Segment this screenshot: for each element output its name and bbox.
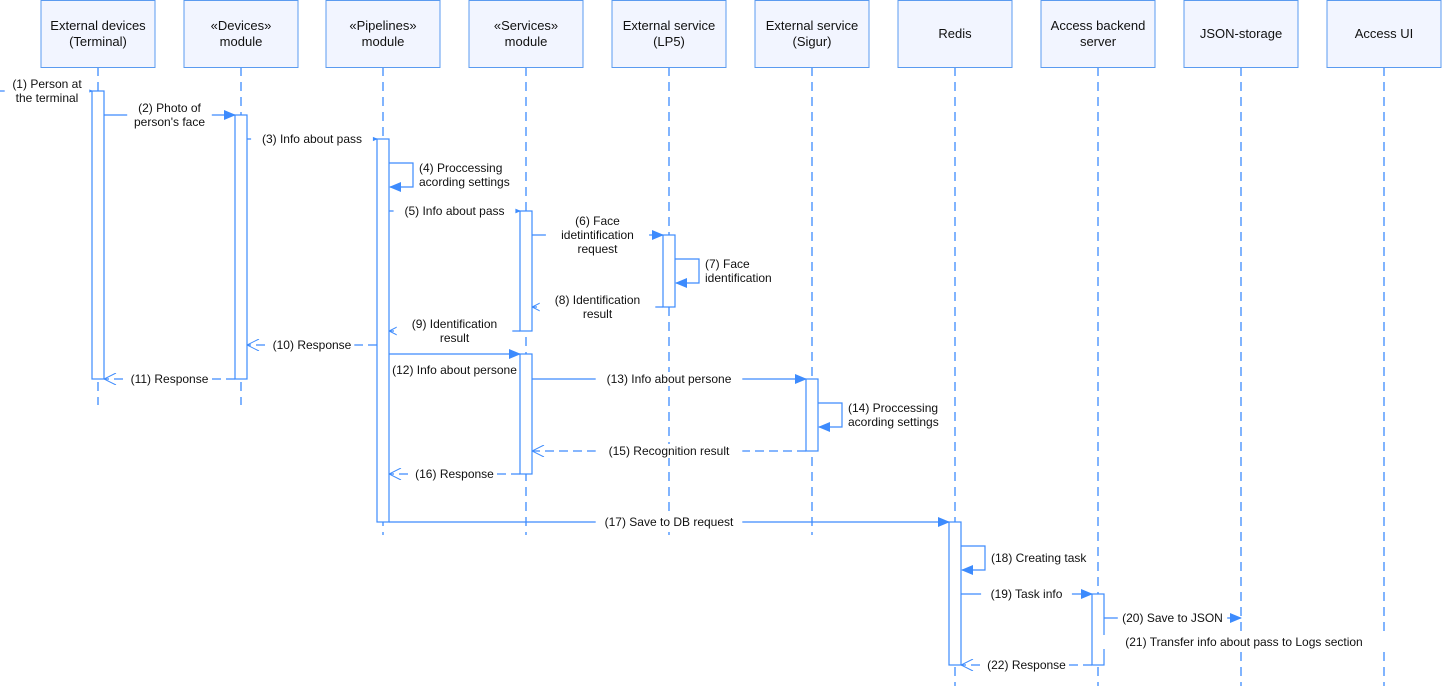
message-18: (18) Creating task — [961, 545, 1087, 575]
message-label: (4) Proccessing — [419, 161, 502, 175]
message-label: (22) Response — [987, 658, 1066, 672]
activation-bar — [91, 90, 105, 380]
activation-bar — [519, 210, 533, 332]
message-label: (21) Transfer info about pass to Logs se… — [1125, 635, 1362, 649]
activation-bar — [948, 521, 962, 666]
participant-label: (Terminal) — [69, 34, 127, 49]
self-message-arrow — [818, 402, 843, 432]
participant-label: module — [505, 34, 548, 49]
message-22: (22) Response — [961, 658, 1092, 672]
message-label: (20) Save to JSON — [1122, 611, 1223, 625]
message-label: (5) Info about pass — [404, 204, 504, 218]
message-1: (1) Person atthe terminal — [0, 77, 93, 105]
participant-7: Access backendserver — [1040, 0, 1156, 686]
message-label: (16) Response — [415, 467, 494, 481]
message-8: (8) Identificationresult — [532, 293, 663, 321]
message-label: (2) Photo of — [138, 101, 201, 115]
message-label: acording settings — [848, 415, 939, 429]
message-label: (7) Face — [705, 257, 750, 271]
message-label: (18) Creating task — [991, 551, 1087, 565]
message-15: (15) Recognition result — [532, 444, 806, 458]
participant-label: External devices — [50, 18, 146, 33]
message-7: (7) Faceidentification — [675, 257, 772, 288]
message-17: (17) Save to DB request — [389, 515, 950, 529]
participant-label: Access backend — [1051, 18, 1146, 33]
message-label: (14) Proccessing — [848, 401, 938, 415]
participant-label: «Pipelines» — [349, 18, 416, 33]
message-12: (12) Info about persone — [389, 349, 521, 377]
participant-label: module — [362, 34, 405, 49]
message-label: result — [440, 331, 470, 345]
activation-bar — [805, 378, 819, 452]
message-21: (21) Transfer info about pass to Logs se… — [1102, 635, 1386, 649]
message-label: (11) Response — [131, 372, 209, 386]
participant-label: «Services» — [494, 18, 558, 33]
message-10: (10) Response — [247, 338, 377, 352]
message-label: identification — [705, 271, 772, 285]
message-6: (6) Faceidetintificationrequest — [532, 214, 664, 256]
message-label: (3) Info about pass — [262, 132, 362, 146]
message-label: (1) Person at — [12, 77, 82, 91]
message-13: (13) Info about persone — [532, 372, 807, 386]
message-label: (19) Task info — [991, 587, 1063, 601]
participant-label: «Devices» — [211, 18, 272, 33]
message-label: (6) Face — [575, 214, 620, 228]
message-label: (8) Identification — [555, 293, 640, 307]
participant-label: External service — [623, 18, 715, 33]
message-4: (4) Proccessingacording settings — [389, 161, 510, 192]
message-label: person's face — [134, 115, 205, 129]
message-2: (2) Photo ofperson's face — [104, 101, 236, 129]
message-5: (5) Info about pass — [389, 204, 521, 218]
message-label: (17) Save to DB request — [605, 515, 734, 529]
participant-8: JSON-storage — [1183, 0, 1299, 686]
participant-9: Access UI — [1326, 0, 1442, 686]
activation-bar — [662, 234, 676, 308]
message-label: idetintification — [561, 228, 634, 242]
self-message-arrow — [961, 545, 986, 575]
participant-label: module — [220, 34, 263, 49]
message-14: (14) Proccessingacording settings — [818, 401, 939, 432]
self-message-arrow — [389, 162, 414, 192]
message-3: (3) Info about pass — [247, 132, 378, 146]
activation-bar — [1091, 593, 1105, 666]
participant-label: External service — [766, 18, 858, 33]
sequence-diagram: External devices(Terminal)«Devices»modul… — [0, 0, 1442, 686]
participant-label: JSON-storage — [1200, 26, 1282, 41]
message-16: (16) Response — [389, 467, 520, 481]
self-message-arrow — [675, 258, 700, 288]
participant-label: Access UI — [1355, 26, 1414, 41]
participant-label: server — [1080, 34, 1117, 49]
message-label: (9) Identification — [412, 317, 497, 331]
activation-bar — [376, 138, 390, 523]
message-label: (10) Response — [273, 338, 352, 352]
participant-label: (Sigur) — [792, 34, 831, 49]
message-label: result — [583, 307, 613, 321]
message-label: (13) Info about persone — [607, 372, 732, 386]
message-19: (19) Task info — [961, 587, 1093, 601]
participant-label: Redis — [938, 26, 972, 41]
message-label: (15) Recognition result — [609, 444, 730, 458]
message-label: request — [577, 242, 618, 256]
participant-label: (LP5) — [653, 34, 685, 49]
participant-5: External service(Sigur) — [754, 0, 870, 535]
message-20: (20) Save to JSON — [1104, 611, 1242, 625]
activation-bar — [234, 114, 248, 380]
message-11: (11) Response — [104, 372, 235, 386]
message-label: acording settings — [419, 175, 510, 189]
message-9: (9) Identificationresult — [389, 317, 520, 345]
activation-bar — [519, 353, 533, 475]
message-label: (12) Info about persone — [392, 363, 517, 377]
message-label: the terminal — [16, 91, 79, 105]
